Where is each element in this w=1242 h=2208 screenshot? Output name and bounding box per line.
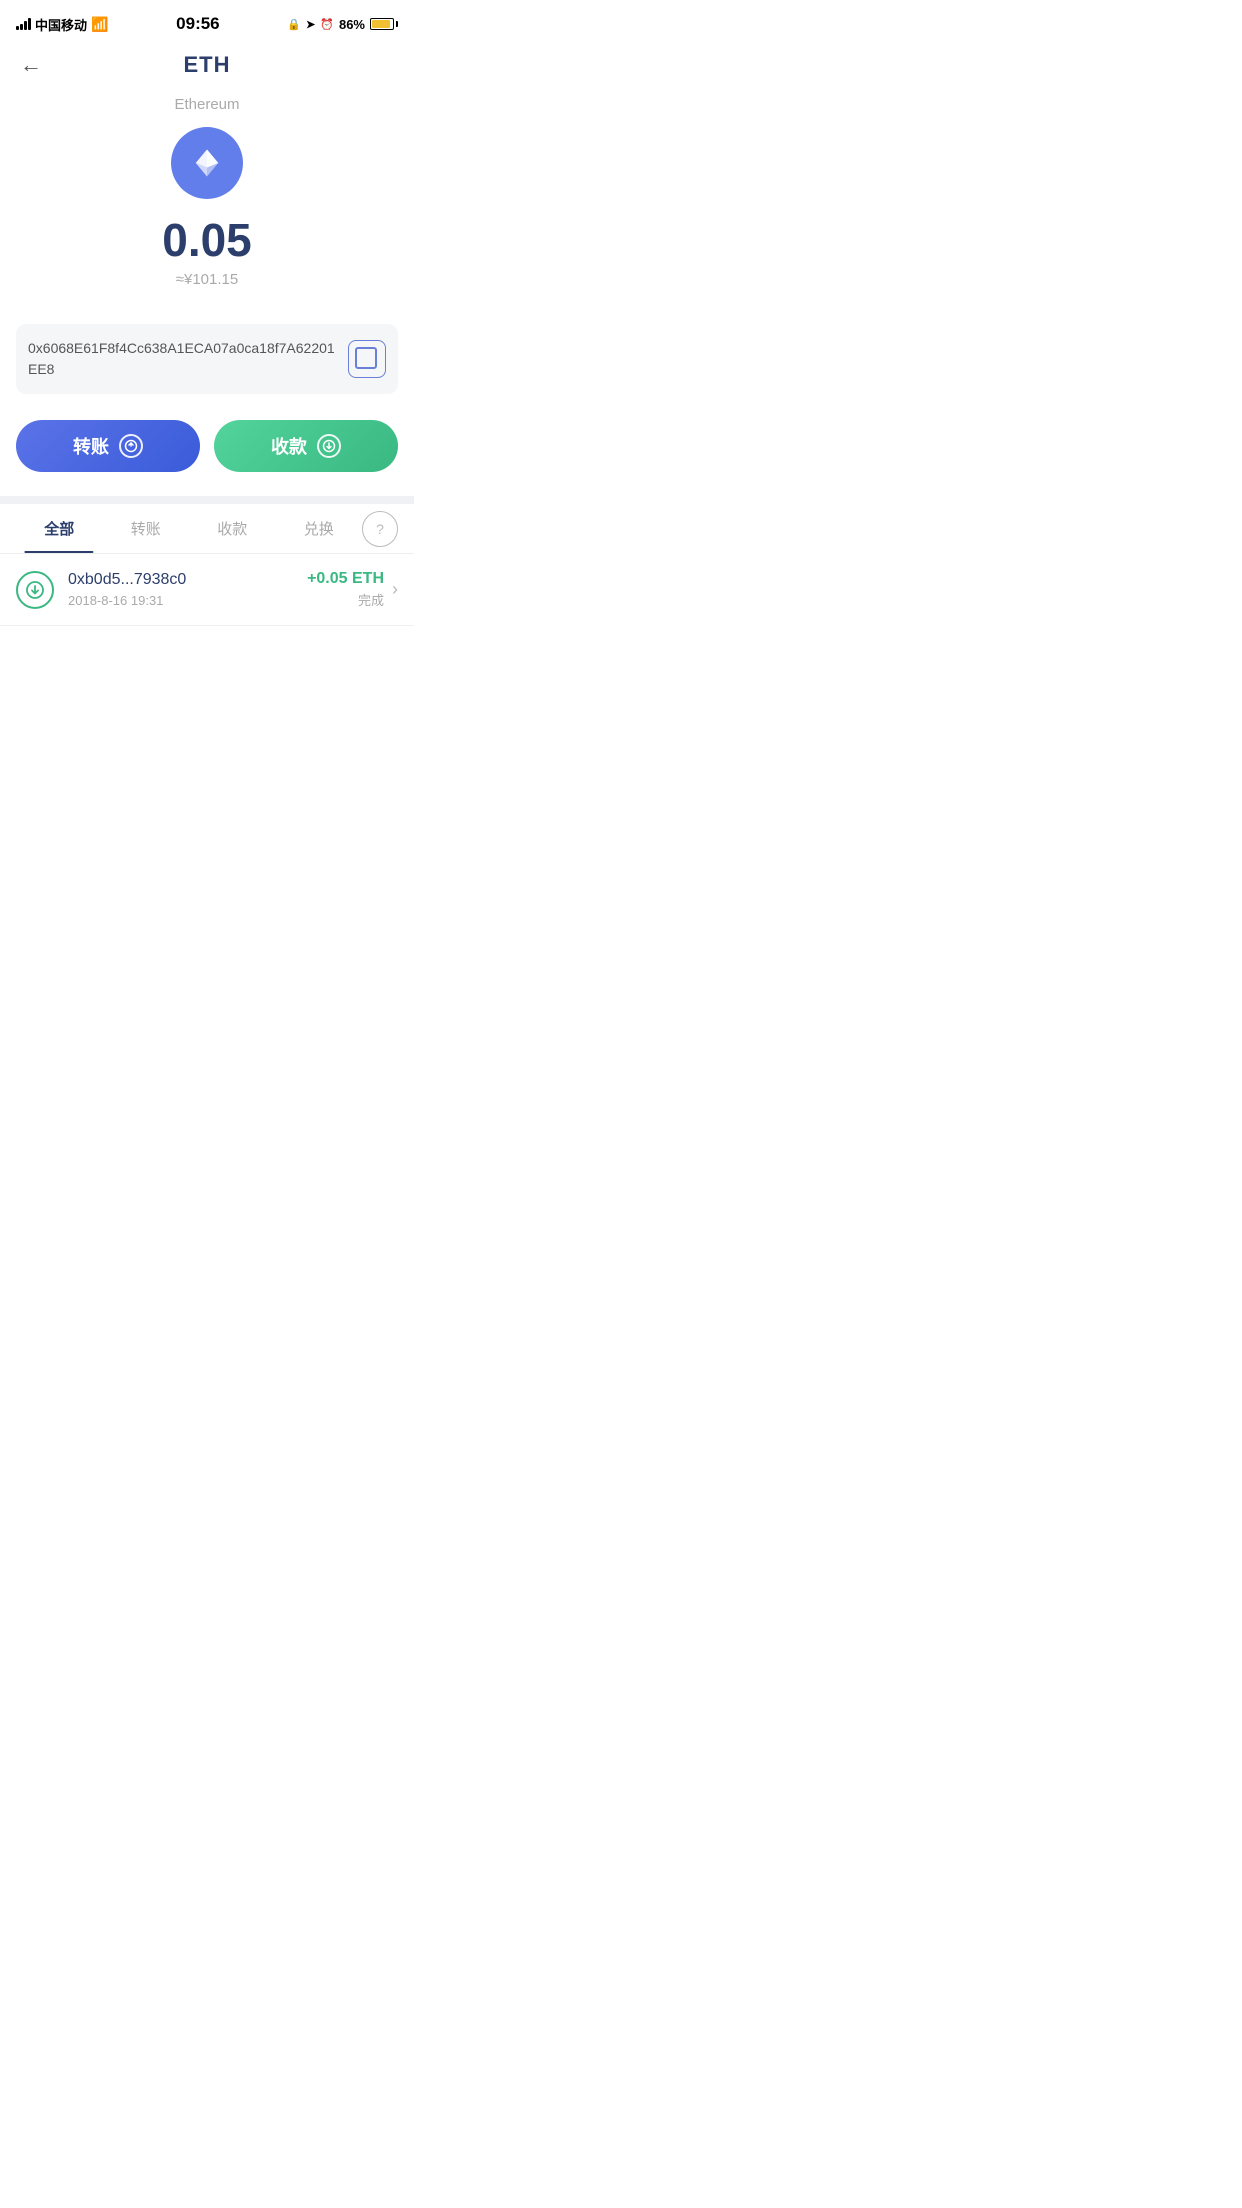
action-buttons: 转账 收款 — [0, 410, 414, 496]
time-label: 09:56 — [176, 14, 219, 34]
tx-status: 完成 — [307, 590, 384, 609]
alarm-icon: ⏰ — [320, 18, 334, 31]
tab-all[interactable]: 全部 — [16, 504, 103, 553]
transfer-icon — [119, 434, 143, 458]
coin-section: Ethereum 0.05 ≈¥101.15 — [0, 86, 414, 308]
wallet-address: 0x6068E61F8f4Cc638A1ECA07a0ca18f7A62201E… — [28, 338, 338, 380]
coin-name: Ethereum — [174, 96, 239, 113]
tx-amount: +0.05 ETH — [307, 570, 384, 588]
help-button[interactable]: ? — [362, 511, 398, 547]
tab-bar: 全部 转账 收款 兑换 ? — [0, 504, 414, 554]
section-divider — [0, 496, 414, 504]
copy-address-button[interactable] — [348, 340, 386, 378]
page-title: ETH — [184, 52, 231, 78]
coin-logo — [171, 127, 243, 199]
location-icon: ➤ — [306, 18, 315, 31]
tab-receive[interactable]: 收款 — [189, 504, 276, 553]
tx-date: 2018-8-16 19:31 — [68, 593, 307, 608]
page-header: ← ETH — [0, 44, 414, 86]
battery-icon — [370, 18, 398, 30]
receive-button[interactable]: 收款 — [214, 420, 398, 472]
coin-balance: 0.05 — [162, 217, 252, 263]
table-row[interactable]: 0xb0d5...7938c0 2018-8-16 19:31 +0.05 ET… — [0, 554, 414, 626]
lock-icon: 🔒 — [287, 18, 301, 31]
transaction-list: 0xb0d5...7938c0 2018-8-16 19:31 +0.05 ET… — [0, 554, 414, 626]
status-right: 🔒 ➤ ⏰ 86% — [287, 17, 398, 32]
battery-percentage: 86% — [339, 17, 365, 32]
back-button[interactable]: ← — [20, 52, 42, 78]
tx-address: 0xb0d5...7938c0 — [68, 571, 307, 589]
status-left: 中国移动 📶 — [16, 15, 108, 34]
status-bar: 中国移动 📶 09:56 🔒 ➤ ⏰ 86% — [0, 0, 414, 44]
tx-amount-section: +0.05 ETH 完成 — [307, 570, 384, 609]
transfer-label: 转账 — [73, 433, 109, 459]
receive-label: 收款 — [271, 433, 307, 459]
address-section: 0x6068E61F8f4Cc638A1ECA07a0ca18f7A62201E… — [16, 324, 398, 394]
tab-transfer[interactable]: 转账 — [103, 504, 190, 553]
coin-fiat-value: ≈¥101.15 — [176, 271, 238, 288]
tx-info: 0xb0d5...7938c0 2018-8-16 19:31 — [68, 571, 307, 608]
wifi-icon: 📶 — [91, 16, 108, 33]
chevron-right-icon: › — [392, 579, 398, 600]
transfer-button[interactable]: 转账 — [16, 420, 200, 472]
tx-type-icon — [16, 571, 54, 609]
receive-icon — [317, 434, 341, 458]
signal-icon — [16, 18, 31, 30]
carrier-label: 中国移动 — [35, 15, 87, 34]
tab-exchange[interactable]: 兑换 — [276, 504, 363, 553]
copy-icon — [358, 350, 376, 368]
